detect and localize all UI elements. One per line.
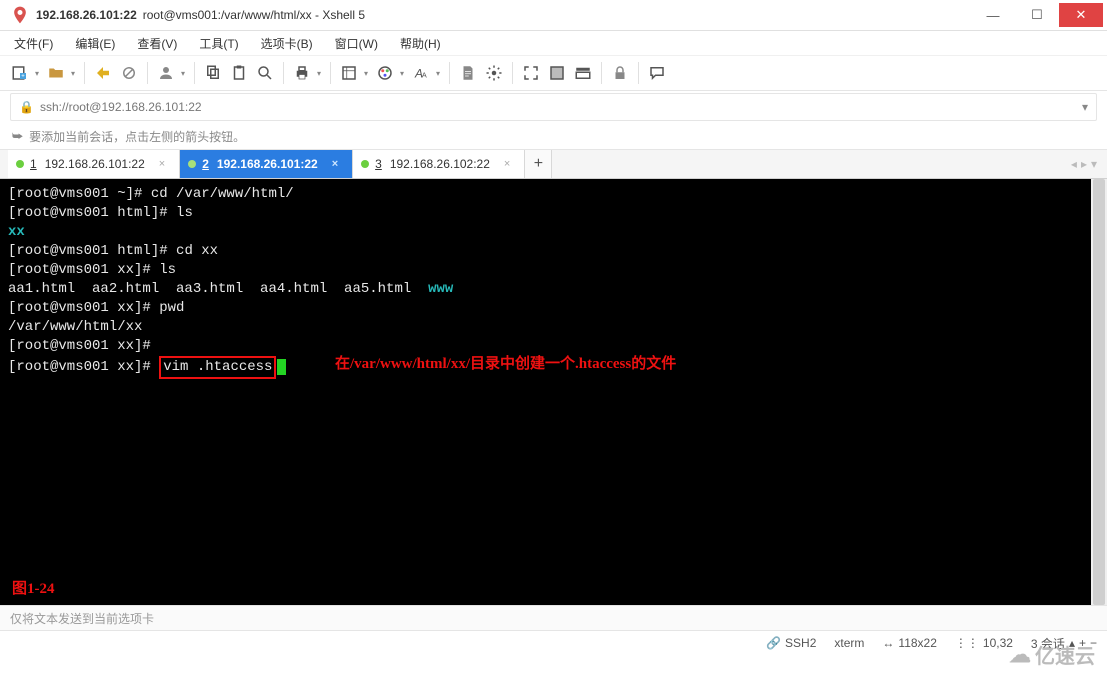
- menu-tools[interactable]: 工具(T): [195, 33, 242, 54]
- status-dot-icon: [361, 160, 369, 168]
- status-term: xterm: [834, 636, 864, 650]
- menu-help[interactable]: 帮助(H): [396, 33, 445, 54]
- dropdown-icon[interactable]: ▾: [178, 69, 188, 78]
- dropdown-icon[interactable]: ▾: [32, 69, 42, 78]
- tab-label: 192.168.26.101:22: [217, 157, 318, 171]
- session-tab-2[interactable]: 2 192.168.26.101:22 ×: [180, 150, 353, 178]
- status-dot-icon: [188, 160, 196, 168]
- font-icon[interactable]: AA: [409, 61, 433, 85]
- menu-view[interactable]: 查看(V): [133, 33, 181, 54]
- terminal[interactable]: [root@vms001 ~]# cd /var/www/html/ [root…: [0, 179, 1107, 605]
- settings-icon[interactable]: [482, 61, 506, 85]
- close-icon[interactable]: ×: [159, 158, 165, 170]
- tab-number: 2: [202, 157, 209, 171]
- close-icon[interactable]: ×: [332, 158, 338, 170]
- status-size: ↔118x22: [882, 636, 936, 650]
- tab-label: 192.168.26.101:22: [45, 157, 145, 171]
- app-icon: [10, 5, 30, 25]
- cloud-icon: ☁: [1009, 642, 1031, 668]
- open-folder-icon[interactable]: [44, 61, 68, 85]
- watermark-text: 亿速云: [1035, 640, 1095, 669]
- scrollbar[interactable]: [1091, 179, 1107, 605]
- disconnect-icon[interactable]: [117, 61, 141, 85]
- multiwrite-text: 仅将文本发送到当前选项卡: [10, 610, 154, 627]
- dropdown-icon[interactable]: ▾: [1082, 100, 1088, 114]
- dropdown-icon[interactable]: ▾: [433, 69, 443, 78]
- print-icon[interactable]: [290, 61, 314, 85]
- titlebar: 192.168.26.101:22 root@vms001:/var/www/h…: [0, 0, 1107, 31]
- script-icon[interactable]: [456, 61, 480, 85]
- tab-menu-icon[interactable]: ▾: [1091, 157, 1097, 171]
- color-scheme-icon[interactable]: [373, 61, 397, 85]
- paste-icon[interactable]: [227, 61, 251, 85]
- title-full: root@vms001:/var/www/html/xx - Xshell 5: [143, 8, 365, 22]
- dropdown-icon[interactable]: ▾: [314, 69, 324, 78]
- tab-number: 3: [375, 157, 382, 171]
- hint-bar: ⮩ 要添加当前会话，点击左侧的箭头按钮。: [0, 123, 1107, 150]
- tab-next-icon[interactable]: ▸: [1081, 157, 1087, 171]
- tab-nav: ◂ ▸ ▾: [1061, 150, 1107, 178]
- dropdown-icon[interactable]: ▾: [397, 69, 407, 78]
- svg-text:+: +: [21, 74, 25, 80]
- menu-edit[interactable]: 编辑(E): [71, 33, 119, 54]
- reconnect-icon[interactable]: [91, 61, 115, 85]
- tab-prev-icon[interactable]: ◂: [1071, 157, 1077, 171]
- tab-label: 192.168.26.102:22: [390, 157, 490, 171]
- maximize-button[interactable]: ☐: [1015, 3, 1059, 27]
- annotation-text: 在/var/www/html/xx/目录中创建一个.htaccess的文件: [335, 355, 676, 374]
- status-protocol: 🔗SSH2: [766, 636, 816, 650]
- transparency-icon[interactable]: [545, 61, 569, 85]
- dropdown-icon[interactable]: ▾: [361, 69, 371, 78]
- properties-icon[interactable]: [337, 61, 361, 85]
- menu-tabs[interactable]: 选项卡(B): [257, 33, 317, 54]
- scrollbar-thumb[interactable]: [1093, 179, 1105, 605]
- status-dot-icon: [16, 160, 24, 168]
- figure-label: 图1-24: [12, 580, 55, 599]
- lock-icon: 🔒: [19, 100, 34, 114]
- lock-icon[interactable]: [608, 61, 632, 85]
- menubar: 文件(F) 编辑(E) 查看(V) 工具(T) 选项卡(B) 窗口(W) 帮助(…: [0, 31, 1107, 56]
- status-pos: ⋮⋮10,32: [955, 636, 1013, 650]
- address-text: ssh://root@192.168.26.101:22: [40, 100, 202, 114]
- arrow-left-icon[interactable]: ⮩: [12, 129, 23, 144]
- add-tab-button[interactable]: +: [525, 150, 552, 178]
- new-session-icon[interactable]: +: [8, 61, 32, 85]
- chat-icon[interactable]: [645, 61, 669, 85]
- menu-file[interactable]: 文件(F): [10, 33, 57, 54]
- copy-icon[interactable]: [201, 61, 225, 85]
- session-tab-3[interactable]: 3 192.168.26.102:22 ×: [353, 150, 525, 178]
- watermark: ☁ 亿速云: [1009, 640, 1095, 669]
- highlighted-command: vim .htaccess: [159, 356, 276, 379]
- session-tab-1[interactable]: 1 192.168.26.101:22 ×: [8, 150, 180, 178]
- fullscreen-icon[interactable]: [519, 61, 543, 85]
- close-button[interactable]: ✕: [1059, 3, 1103, 27]
- title-ip: 192.168.26.101:22: [36, 8, 137, 22]
- minimize-button[interactable]: —: [971, 3, 1015, 27]
- close-icon[interactable]: ×: [504, 158, 510, 170]
- address-bar[interactable]: 🔒 ssh://root@192.168.26.101:22 ▾: [10, 93, 1097, 121]
- multiwrite-bar[interactable]: 仅将文本发送到当前选项卡: [0, 605, 1107, 630]
- toolbar: + ▾ ▾ ▾ ▾ ▾ ▾ AA ▾: [0, 56, 1107, 91]
- session-tabs: 1 192.168.26.101:22 × 2 192.168.26.101:2…: [0, 150, 1107, 179]
- search-icon[interactable]: [253, 61, 277, 85]
- menu-window[interactable]: 窗口(W): [331, 33, 382, 54]
- statusbar: 🔗SSH2 xterm ↔118x22 ⋮⋮10,32 3 会话 ▴+−: [0, 630, 1107, 655]
- link-icon: 🔗: [766, 636, 781, 650]
- toggle-toolbar-icon[interactable]: [571, 61, 595, 85]
- hint-text: 要添加当前会话，点击左侧的箭头按钮。: [29, 128, 245, 145]
- position-icon: ⋮⋮: [955, 636, 979, 650]
- resize-icon: ↔: [882, 636, 894, 650]
- svg-text:A: A: [422, 71, 427, 80]
- tab-number: 1: [30, 157, 37, 171]
- dropdown-icon[interactable]: ▾: [68, 69, 78, 78]
- cursor-icon: [277, 359, 286, 375]
- profile-icon[interactable]: [154, 61, 178, 85]
